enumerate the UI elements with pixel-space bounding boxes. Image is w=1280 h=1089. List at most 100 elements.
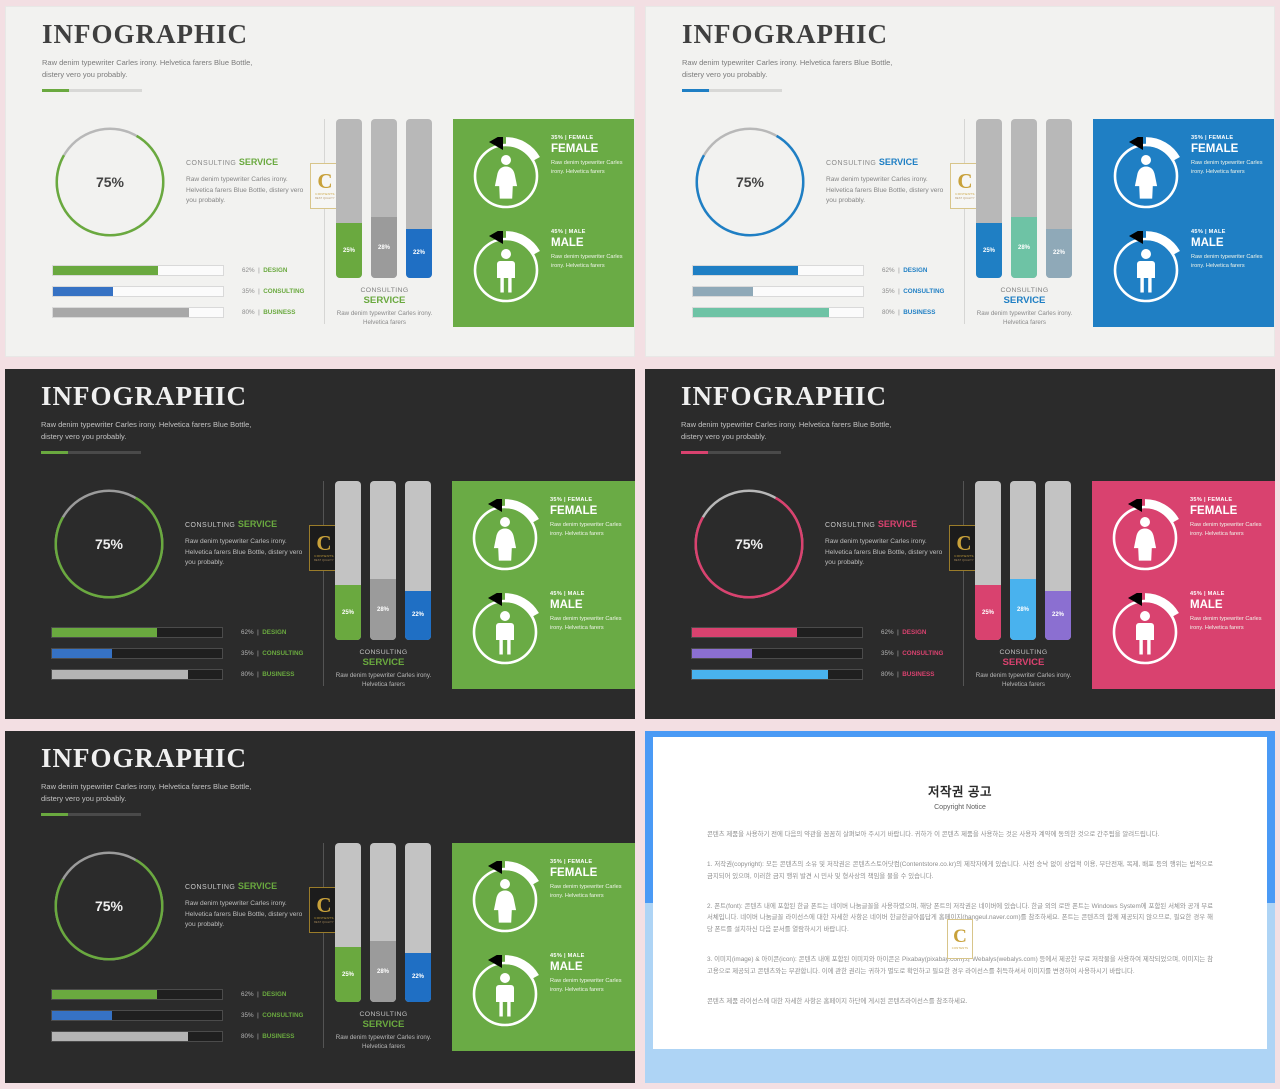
progress-bar-row[interactable]: 80% | BUSINESS — [692, 307, 962, 318]
page-subtitle: Raw denim typewriter Carles irony. Helve… — [41, 782, 252, 803]
vertical-bar[interactable]: 28% — [370, 481, 396, 640]
slide-panel-3[interactable]: INFOGRAPHIC Raw denim typewriter Carles i… — [5, 369, 635, 719]
slide-cell-2: INFOGRAPHIC Raw denim typewriter Carles i… — [640, 0, 1280, 363]
logo-word-tagline: BEST QUALITY — [314, 921, 334, 925]
service-eyebrow: CONSULTING SERVICE — [185, 881, 278, 891]
progress-bar-row[interactable]: 62% | DESIGN — [51, 627, 321, 638]
vertical-bar-chart: 25% 28% 22% CONSULTING SERVICE Raw denim type… — [976, 119, 1076, 328]
gender-text: 35% | FEMALE FEMALE Raw denim typewriter C… — [550, 497, 630, 539]
vertical-bar[interactable]: 28% — [1010, 481, 1036, 640]
progress-bar-row[interactable]: 35% | CONSULTING — [692, 286, 962, 297]
caption-line-1: CONSULTING — [359, 649, 408, 656]
vertical-bar[interactable]: 22% — [1045, 481, 1071, 640]
logo-word-tagline: BEST QUALITY — [315, 197, 335, 201]
vertical-bar-chart: 25% 28% 22% CONSULTING SERVICE Raw denim type… — [335, 843, 435, 1052]
gender-group: 45% | MALE MALE Raw denim typewriter Carle… — [462, 947, 632, 1043]
gender-name: MALE — [1190, 599, 1223, 611]
vertical-divider — [324, 119, 325, 324]
vertical-bar[interactable]: 22% — [405, 843, 431, 1002]
gender-group: 45% | MALE MALE Raw denim typewriter Carle… — [463, 223, 633, 319]
vertical-bar-value: 22% — [405, 952, 431, 1002]
service-text-block: CONSULTING SERVICE Raw denim typewriter C… — [826, 157, 951, 207]
copyright-subtitle: Copyright Notice — [934, 804, 986, 811]
male-icon — [1107, 231, 1185, 309]
progress-fill — [53, 287, 113, 296]
vertical-bar[interactable]: 22% — [1046, 119, 1072, 278]
progress-label: 35% | CONSULTING — [241, 1012, 304, 1019]
progress-track — [52, 286, 224, 297]
progress-fill — [693, 287, 753, 296]
male-icon — [467, 231, 545, 309]
progress-bar-row[interactable]: 35% | CONSULTING — [51, 648, 321, 659]
service-eyebrow: CONSULTING SERVICE — [185, 519, 278, 529]
vertical-bar[interactable]: 25% — [976, 119, 1002, 278]
logo-word-tagline: BEST QUALITY — [314, 559, 334, 563]
vertical-bar[interactable]: 25% — [975, 481, 1001, 640]
vertical-bar-chart: 25% 28% 22% CONSULTING SERVICE Raw denim type… — [335, 481, 435, 690]
progress-track — [691, 669, 863, 680]
male-icon — [466, 955, 544, 1033]
progress-bar-list: 62% | DESIGN 35% | CONSULTING 80% | BUSINE… — [692, 265, 962, 328]
progress-fill — [52, 670, 188, 679]
progress-bar-row[interactable]: 35% | CONSULTING — [52, 286, 322, 297]
progress-track — [691, 627, 863, 638]
vertical-bar[interactable]: 22% — [405, 481, 431, 640]
logo-letter-c: C — [953, 925, 967, 947]
gender-name: MALE — [551, 237, 584, 249]
caption-line-1: CONSULTING — [360, 287, 409, 294]
gender-text: 45% | MALE MALE Raw denim typewriter Carle… — [1191, 229, 1271, 271]
gender-name: FEMALE — [551, 143, 599, 155]
page-subtitle: Raw denim typewriter Carles irony. Helve… — [41, 420, 252, 441]
gender-name: MALE — [550, 599, 583, 611]
logo-word-contents: CONTENTS — [951, 947, 969, 951]
vertical-bar[interactable]: 22% — [406, 119, 432, 278]
progress-bar-row[interactable]: 62% | DESIGN — [51, 989, 321, 1000]
vertical-bar[interactable]: 25% — [335, 843, 361, 1002]
gender-text: 45% | MALE MALE Raw denim typewriter Carle… — [550, 953, 630, 995]
progress-track — [51, 1010, 223, 1021]
copyright-cell: 저작권 공고 Copyright Notice 콘텐츠 제품을 사용하기 전에 … — [640, 725, 1280, 1089]
progress-bar-row[interactable]: 80% | BUSINESS — [52, 307, 322, 318]
gender-text: 45% | MALE MALE Raw denim typewriter Carle… — [550, 591, 630, 633]
progress-label: 80% | BUSINESS — [882, 309, 936, 316]
vertical-bar[interactable]: 25% — [335, 481, 361, 640]
vertical-bar-value: 28% — [1011, 217, 1037, 278]
copyright-frame: 저작권 공고 Copyright Notice 콘텐츠 제품을 사용하기 전에 … — [645, 731, 1275, 1083]
donut-value-label: 75% — [698, 130, 802, 234]
progress-fill — [692, 670, 828, 679]
vertical-chart-caption: CONSULTING SERVICE Raw denim typewriter Ca… — [976, 287, 1073, 328]
progress-track — [692, 286, 864, 297]
slide-panel-1[interactable]: INFOGRAPHIC Raw denim typewriter Carles i… — [5, 6, 635, 357]
service-eyebrow: CONSULTING SERVICE — [826, 157, 919, 167]
vertical-bar[interactable]: 28% — [370, 843, 396, 1002]
slide-panel-5[interactable]: INFOGRAPHIC Raw denim typewriter Carles i… — [5, 731, 635, 1083]
vertical-bar[interactable]: 28% — [1011, 119, 1037, 278]
slide-panel-4[interactable]: INFOGRAPHIC Raw denim typewriter Carles i… — [645, 369, 1275, 719]
copyright-intro: 콘텐츠 제품을 사용하기 전에 다음의 약관을 꼼꼼히 살펴보아 주시기 바랍니… — [707, 831, 1160, 838]
progress-bar-row[interactable]: 80% | BUSINESS — [51, 669, 321, 680]
progress-bar-row[interactable]: 62% | DESIGN — [691, 627, 961, 638]
vertical-bar[interactable]: 28% — [371, 119, 397, 278]
progress-bar-row[interactable]: 35% | CONSULTING — [51, 1010, 321, 1021]
logo-letter-c: C — [957, 168, 973, 193]
caption-line-2: SERVICE — [1003, 295, 1046, 306]
progress-bar-row[interactable]: 35% | CONSULTING — [691, 648, 961, 659]
slide-panel-2[interactable]: INFOGRAPHIC Raw denim typewriter Carles i… — [645, 6, 1275, 357]
progress-fill — [52, 628, 158, 637]
vertical-chart-caption: CONSULTING SERVICE Raw denim typewriter Ca… — [336, 287, 433, 328]
progress-fill — [52, 1032, 188, 1041]
copyright-item-1: 1. 저작권(copyright): 모든 콘텐츠의 소유 및 저작권은 콘텐츠… — [707, 860, 1213, 880]
vertical-divider — [323, 481, 324, 686]
slide-header: INFOGRAPHIC Raw denim typewriter Carles i… — [41, 383, 271, 455]
vertical-bar[interactable]: 25% — [336, 119, 362, 278]
service-text-block: CONSULTING SERVICE Raw denim typewriter C… — [186, 157, 311, 207]
male-icon — [1106, 593, 1184, 671]
progress-bar-row[interactable]: 80% | BUSINESS — [691, 669, 961, 680]
progress-bar-row[interactable]: 62% | DESIGN — [52, 265, 322, 276]
progress-bar-row[interactable]: 80% | BUSINESS — [51, 1031, 321, 1042]
service-text-block: CONSULTING SERVICE Raw denim typewriter C… — [825, 519, 950, 569]
progress-label: 35% | CONSULTING — [241, 650, 304, 657]
gender-group: 35% | FEMALE FEMALE Raw denim typewriter C… — [1103, 129, 1273, 225]
progress-label: 80% | BUSINESS — [241, 671, 295, 678]
progress-bar-row[interactable]: 62% | DESIGN — [692, 265, 962, 276]
